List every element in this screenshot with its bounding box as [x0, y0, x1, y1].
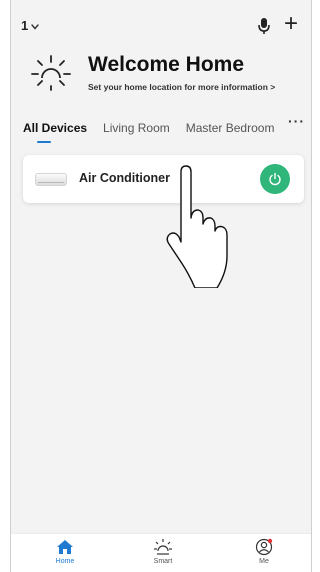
chevron-down-icon — [31, 22, 39, 32]
more-tabs-button[interactable]: ··· — [288, 113, 305, 129]
nav-smart[interactable]: Smart — [133, 538, 193, 565]
home-selector[interactable]: 1 — [21, 18, 39, 33]
sun-icon — [154, 539, 172, 555]
room-tabs: All Devices Living Room Master Bedroom — [23, 117, 311, 143]
nav-me-label: Me — [259, 558, 269, 565]
user-icon — [255, 538, 273, 556]
nav-smart-label: Smart — [153, 558, 173, 565]
nav-me[interactable]: Me — [234, 538, 294, 565]
power-icon — [269, 172, 281, 186]
phone-screen: 1 + Welcome Home Set your home location … — [10, 0, 312, 572]
tap-hand-illustration — [159, 164, 239, 289]
nav-home-label: Home — [55, 558, 75, 565]
welcome-title: Welcome Home — [88, 53, 244, 76]
home-selector-label: 1 — [21, 18, 29, 33]
microphone-icon[interactable] — [256, 16, 272, 36]
tab-all-devices[interactable]: All Devices — [23, 121, 87, 143]
device-name: Air Conditioner — [79, 171, 170, 185]
air-conditioner-icon — [35, 173, 67, 186]
plus-icon: + — [284, 10, 299, 37]
home-icon — [57, 540, 73, 554]
add-device-button[interactable]: + — [284, 12, 298, 36]
bottom-navigation: Home Smart Me — [11, 533, 311, 572]
tab-master-bedroom[interactable]: Master Bedroom — [186, 121, 275, 135]
home-location-link[interactable]: Set your home location for more informat… — [88, 82, 275, 92]
nav-home[interactable]: Home — [35, 538, 95, 565]
sun-icon — [29, 50, 73, 94]
power-button[interactable] — [260, 164, 290, 194]
tab-living-room[interactable]: Living Room — [103, 121, 170, 135]
